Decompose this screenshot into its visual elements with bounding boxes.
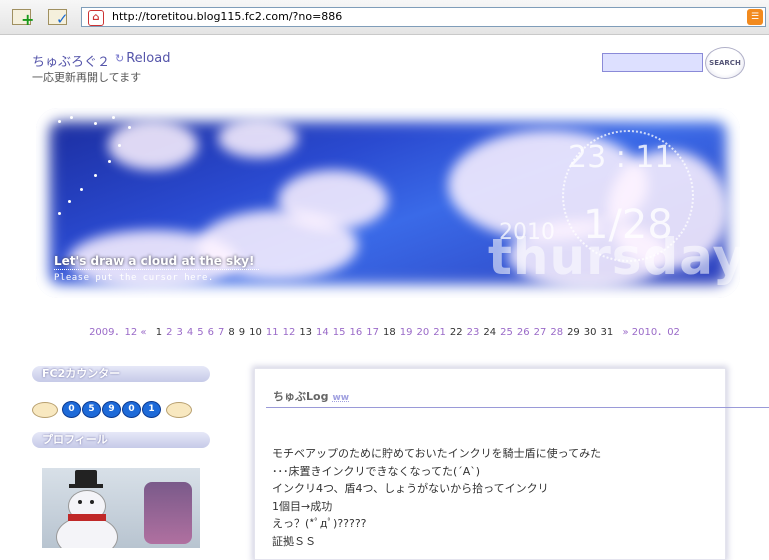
bird-icon [32,402,58,418]
counter-digit: 0 [122,401,141,418]
post-line: えっ？(*ﾟдﾟ)????? [272,517,367,530]
post-line: モチベアップのために貯めておいたインクリを騎士盾に使ってみた [272,447,602,460]
calendar-day-31: 31 [600,327,614,338]
bird-icon [166,402,192,418]
post-line: 1個目→成功 [272,499,333,513]
calendar-bar: 2009．12 « 1 2 3 4 5 6 7 8 9 10 11 12 13 14 15 16 17 18 19 2… [0,323,769,338]
post-title-mark: ww [332,393,350,403]
calendar-day-1: 1 [155,327,163,338]
calendar-days: 1 2 3 4 5 6 7 8 9 10 11 12 13 14 15 16 17 18 19 20 21 22 23 24 2… [154,327,616,338]
post-title[interactable]: ちゅぶLog ww [273,388,349,404]
calendar-day-6[interactable]: 6 [208,327,214,338]
fc2-icon: ⌂ [88,10,104,26]
profile-avatar [42,468,200,548]
post-line: ･･･床置きインクリできなくなってた(´A`) [272,464,481,478]
counter-digit: 1 [142,401,161,418]
calendar-day-19[interactable]: 19 [400,327,413,338]
calendar-day-27[interactable]: 27 [534,327,547,338]
calendar-day-28[interactable]: 28 [550,327,563,338]
calendar-day-2[interactable]: 2 [166,327,172,338]
post-line: 証拠ＳＳ [272,534,316,548]
calendar-day-25[interactable]: 25 [500,327,513,338]
post-body: モチベアップのために貯めておいたインクリを騎士盾に使ってみた ･･･床置きインクリ… [272,445,601,550]
calendar-day-24: 24 [483,327,497,338]
calendar-day-12[interactable]: 12 [283,327,296,338]
header-banner[interactable]: 23 : 11 2010 1/28 thursday Let's draw a … [28,100,748,306]
calendar-day-5[interactable]: 5 [197,327,203,338]
reload-icon: ↻ [115,52,125,65]
fc2-counter: 05901 [32,399,202,419]
calendar-day-7[interactable]: 7 [218,327,224,338]
calendar-day-8: 8 [228,327,235,338]
calendar-next-link[interactable]: » 2010．02 [622,327,679,338]
calendar-day-29: 29 [567,327,580,338]
counter-digit: 0 [62,401,81,418]
calendar-day-30: 30 [583,327,597,338]
profile-heading: プロフィール [32,432,210,448]
bookmark-check-icon[interactable]: ✓ [48,7,70,28]
calendar-day-16[interactable]: 16 [350,327,363,338]
calendar-day-15[interactable]: 15 [333,327,346,338]
reload-label: Reload [126,51,171,66]
add-page-icon[interactable]: + [12,7,34,28]
counter-digit: 9 [102,401,121,418]
calendar-day-22: 22 [449,327,463,338]
post-divider [266,407,769,408]
counter-digit: 5 [82,401,101,418]
calendar-day-3[interactable]: 3 [176,327,182,338]
calendar-day-23[interactable]: 23 [467,327,480,338]
calendar-day-20[interactable]: 20 [416,327,429,338]
post-line: インクリ4つ、盾4つ、しょうがないから拾ってインクリ [272,482,549,495]
address-url[interactable]: http://toretitou.blog115.fc2.com/?no=886 [112,10,342,23]
browser-toolbar: + ✓ ⌂ http://toretitou.blog115.fc2.com/?… [0,0,769,35]
rss-icon[interactable]: ☰ [747,9,763,25]
calendar-day-10: 10 [249,327,262,338]
calendar-day-11[interactable]: 11 [266,327,279,338]
search-button[interactable]: SEARCH [705,47,745,79]
blog-title[interactable]: ちゅぶろぐ２ [32,51,110,70]
calendar-day-17[interactable]: 17 [366,327,379,338]
reload-link[interactable]: ↻ Reload [115,51,170,66]
search-input[interactable] [602,53,703,72]
calendar-prev-link[interactable]: 2009．12 « [89,327,146,338]
calendar-day-14[interactable]: 14 [316,327,329,338]
calendar-day-18: 18 [382,327,396,338]
counter-heading: FC2カウンター [32,366,210,382]
calendar-day-21[interactable]: 21 [433,327,446,338]
blog-subtitle: 一応更新再開してます [32,71,142,84]
calendar-day-26[interactable]: 26 [517,327,530,338]
address-bar[interactable]: ⌂ http://toretitou.blog115.fc2.com/?no=8… [81,7,766,27]
calendar-day-9: 9 [238,327,246,338]
calendar-day-4[interactable]: 4 [187,327,193,338]
calendar-day-13: 13 [299,327,313,338]
